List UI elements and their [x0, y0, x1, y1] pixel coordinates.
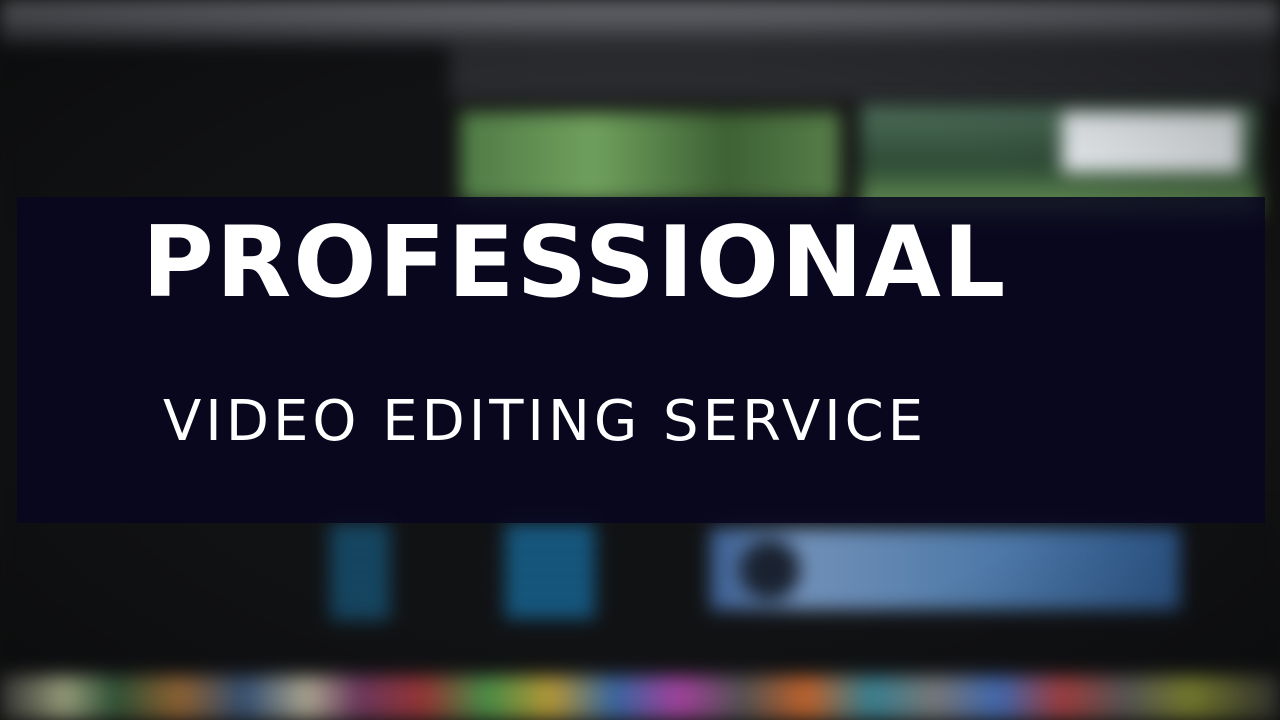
banner-subtitle: VIDEO EDITING SERVICE: [163, 389, 928, 454]
promo-frame: PROFESSIONAL VIDEO EDITING SERVICE: [0, 0, 1280, 720]
banner-title: PROFESSIONAL: [142, 206, 1008, 320]
